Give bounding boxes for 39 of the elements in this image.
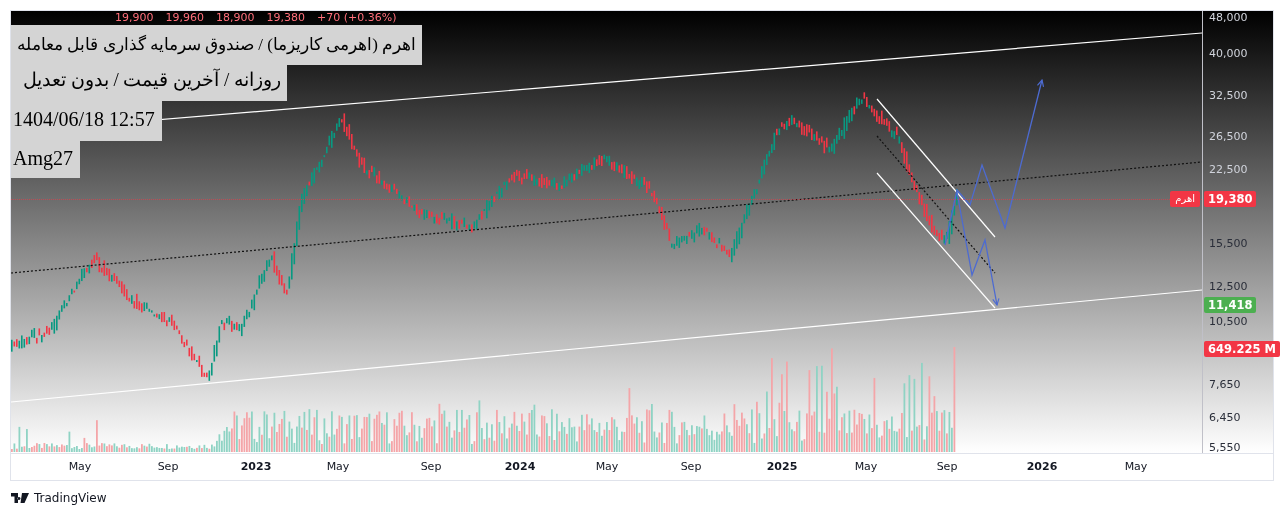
symbol-label: اهرم — [1170, 191, 1201, 208]
time-tick-label: Sep — [680, 460, 702, 473]
ohlc-value: 19,380 — [266, 11, 305, 24]
time-tick-label: 2023 — [240, 460, 272, 473]
price-tick-label: 26,500 — [1209, 129, 1248, 144]
price-tick-label: 32,500 — [1209, 89, 1248, 103]
price-tick-label: 7,650 — [1209, 378, 1241, 392]
time-tick-label: Sep — [157, 460, 179, 473]
info-label: اهرم (اهرمی کاریزما) / صندوق سرمایه گذاری قابل معامله — [11, 25, 423, 65]
price-tick-label: 5,550 — [1209, 440, 1241, 455]
info-label: روزانه / آخرین قیمت / بدون تعدیل — [11, 65, 287, 101]
time-tick-label: May — [854, 460, 878, 473]
time-tick-label: Sep — [936, 460, 958, 473]
price-label: 19,380 — [1204, 191, 1257, 208]
price-tick-label: 6,450 — [1209, 411, 1241, 426]
time-tick-label: 2025 — [766, 460, 798, 473]
time-tick-label: May — [595, 460, 619, 473]
time-tick-label: Sep — [420, 460, 442, 473]
info-label: 1404/06/18 12:57 — [11, 101, 162, 141]
price-tick-label: 10,500 — [1209, 314, 1248, 329]
ohlc-value: 19,960 — [165, 11, 204, 24]
time-tick-label: 2024 — [504, 460, 536, 473]
info-label: Amg27 — [11, 141, 80, 178]
price-tick-label: 48,000 — [1209, 11, 1248, 25]
brand-name: TradingView — [34, 491, 107, 505]
time-tick-label: May — [1124, 460, 1148, 473]
price-tick-label: 40,000 — [1209, 47, 1248, 62]
price-label: 649.225 M — [1204, 341, 1280, 357]
ohlc-value: +70 (+0.36%) — [317, 11, 397, 24]
ohlc-value: 19,900 — [115, 11, 154, 24]
price-label: 11,418 — [1204, 297, 1257, 314]
price-tick-label: 15,500 — [1209, 237, 1248, 252]
price-tick-label: 12,500 — [1209, 280, 1248, 295]
time-tick-label: May — [68, 460, 92, 473]
ohlc-value: 18,900 — [216, 11, 255, 24]
logo-icon — [11, 493, 29, 503]
time-tick-label: May — [326, 460, 350, 473]
time-tick-label: 2026 — [1026, 460, 1058, 473]
price-tick-label: 22,500 — [1209, 162, 1248, 177]
